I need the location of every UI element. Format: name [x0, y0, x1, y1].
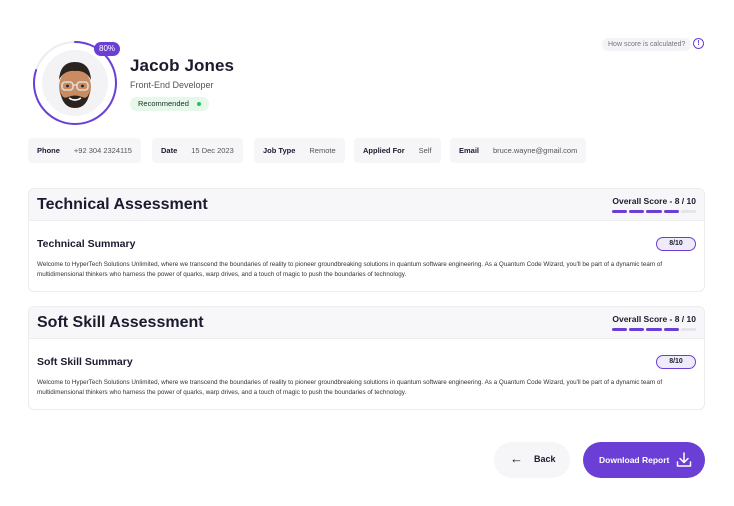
candidate-role: Front-End Developer — [130, 80, 214, 90]
detail-chip-email: Email bruce.wayne@gmail.com — [450, 138, 587, 163]
summary-title: Soft Skill Summary — [37, 356, 133, 368]
detail-value: Self — [418, 146, 432, 155]
arrow-left-icon: ← — [510, 451, 523, 466]
card-header: Technical Assessment Overall Score - 8 /… — [29, 189, 704, 221]
summary-text: Welcome to HyperTech Solutions Unlimited… — [37, 379, 663, 396]
status-badge: Recommended — [130, 97, 209, 111]
score-help-link[interactable]: How score is calculated? — [602, 38, 692, 51]
score-segment — [680, 210, 697, 213]
card-title: Soft Skill Assessment — [37, 314, 204, 331]
detail-key: Date — [161, 146, 178, 155]
status-dot-icon — [196, 102, 201, 107]
candidate-name: Jacob Jones — [130, 56, 235, 75]
summary-title: Technical Summary — [37, 238, 136, 250]
score-percent-badge: 80% — [94, 42, 121, 56]
detail-value: 15 Dec 2023 — [191, 146, 234, 155]
score-segment — [646, 210, 662, 213]
detail-chip-job-type: Job Type Remote — [254, 138, 345, 163]
detail-chip-date: Date 15 Dec 2023 — [152, 138, 243, 163]
score-segment — [663, 210, 679, 213]
detail-chip-phone: Phone +92 304 2324115 — [28, 138, 141, 163]
technical-assessment-card: Technical Assessment Overall Score - 8 /… — [28, 188, 705, 292]
detail-value: bruce.wayne@gmail.com — [493, 146, 578, 155]
card-header: Soft Skill Assessment Overall Score - 8 … — [29, 307, 704, 339]
detail-key: Job Type — [263, 146, 296, 155]
score-progress-bar — [612, 210, 697, 213]
score-segment — [629, 210, 645, 213]
score-segment — [646, 328, 662, 331]
detail-chip-applied-for: Applied For Self — [354, 138, 441, 163]
summary-text: Welcome to HyperTech Solutions Unlimited… — [37, 261, 663, 278]
detail-value: Remote — [309, 146, 336, 155]
score-segment — [663, 328, 679, 331]
score-badge: 8/10 — [656, 237, 696, 251]
avatar: 80% — [32, 40, 121, 126]
detail-value: +92 304 2324115 — [73, 146, 132, 155]
overall-score: Overall Score - 8 / 10 — [612, 196, 696, 206]
back-button[interactable]: ← Back — [494, 442, 570, 478]
score-badge: 8/10 — [656, 355, 696, 369]
download-report-button[interactable]: Download Report — [583, 442, 705, 478]
score-segment — [629, 328, 645, 331]
detail-key: Phone — [37, 146, 60, 155]
download-icon — [676, 452, 692, 467]
score-segment — [680, 328, 697, 331]
score-segment — [612, 210, 628, 213]
back-label: Back — [534, 454, 556, 464]
card-title: Technical Assessment — [37, 196, 208, 213]
score-progress-bar — [612, 328, 697, 331]
soft-skill-assessment-card: Soft Skill Assessment Overall Score - 8 … — [28, 306, 705, 410]
avatar-image — [42, 50, 108, 116]
detail-key: Applied For — [363, 146, 405, 155]
info-icon[interactable]: ! — [693, 38, 704, 49]
status-label: Recommended — [138, 99, 189, 108]
score-segment — [612, 328, 628, 331]
detail-key: Email — [459, 146, 480, 155]
download-label: Download Report — [599, 455, 670, 465]
overall-score: Overall Score - 8 / 10 — [612, 314, 696, 324]
candidate-profile: 80% Jacob Jones Front-End Developer Reco… — [32, 40, 282, 130]
